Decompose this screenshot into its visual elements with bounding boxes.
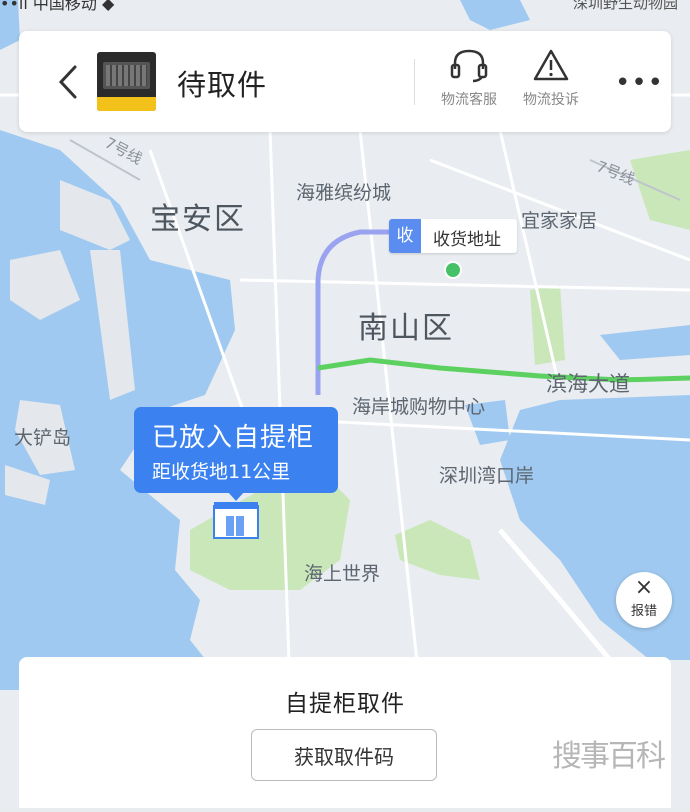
headset-icon [450, 49, 488, 83]
more-dots-icon: ••• [615, 68, 665, 98]
park-1 [530, 285, 565, 365]
header-bar: 待取件 物流客服 物流投诉 ••• [19, 31, 671, 132]
warning-triangle-icon [533, 49, 569, 81]
package-status-bubble[interactable]: 已放入自提柜 距收货地11公里 [134, 407, 338, 493]
poi-label: 海岸城购物中心 [352, 396, 486, 418]
poi-label: 宜家家居 [521, 210, 598, 232]
package-distance: 距收货地11公里 [152, 461, 291, 483]
report-error-button[interactable]: × 报错 [616, 572, 672, 628]
report-label: 报错 [630, 604, 657, 619]
package-status: 已放入自提柜 [152, 423, 315, 453]
product-thumbnail[interactable] [97, 52, 156, 111]
district-label: 南山区 [358, 311, 454, 346]
sheet-title: 自提柜取件 [285, 691, 405, 717]
logistics-service-button[interactable]: 物流客服 [429, 47, 509, 109]
receiver-address-marker[interactable]: 收 收货地址 [389, 219, 517, 253]
close-icon: × [634, 575, 654, 600]
carrier-text: ••ll 中国移动 ◆ [0, 0, 115, 13]
action-label: 物流客服 [441, 92, 497, 108]
poi-label: 大铲岛 [14, 427, 72, 449]
locker-marker[interactable] [212, 500, 260, 540]
back-button[interactable] [55, 63, 81, 101]
divider [414, 59, 415, 105]
receiver-icon: 收 [389, 219, 421, 253]
district-label: 宝安区 [150, 202, 246, 237]
chevron-left-icon [58, 65, 77, 99]
receiver-location-dot [444, 261, 462, 279]
parcel-locker-icon [213, 502, 259, 539]
get-pickup-code-button[interactable]: 获取取件码 [251, 729, 437, 781]
status-bar: ••ll 中国移动 ◆ 深圳野生动物园 [0, 0, 690, 14]
more-button[interactable]: ••• [615, 70, 664, 96]
receiver-label: 收货地址 [433, 230, 501, 250]
page-title: 待取件 [177, 68, 268, 102]
logistics-complaint-button[interactable]: 物流投诉 [511, 47, 591, 109]
watermark: 搜事百科 [552, 739, 666, 774]
action-label: 物流投诉 [523, 92, 579, 108]
poi-label: 海上世界 [304, 563, 381, 585]
poi-label: 海雅缤纷城 [296, 182, 392, 204]
status-right-text: 深圳野生动物园 [572, 0, 678, 12]
keyboard-image [103, 62, 150, 89]
poi-label: 深圳湾口岸 [439, 465, 535, 487]
road-label: 滨海大道 [546, 372, 630, 396]
